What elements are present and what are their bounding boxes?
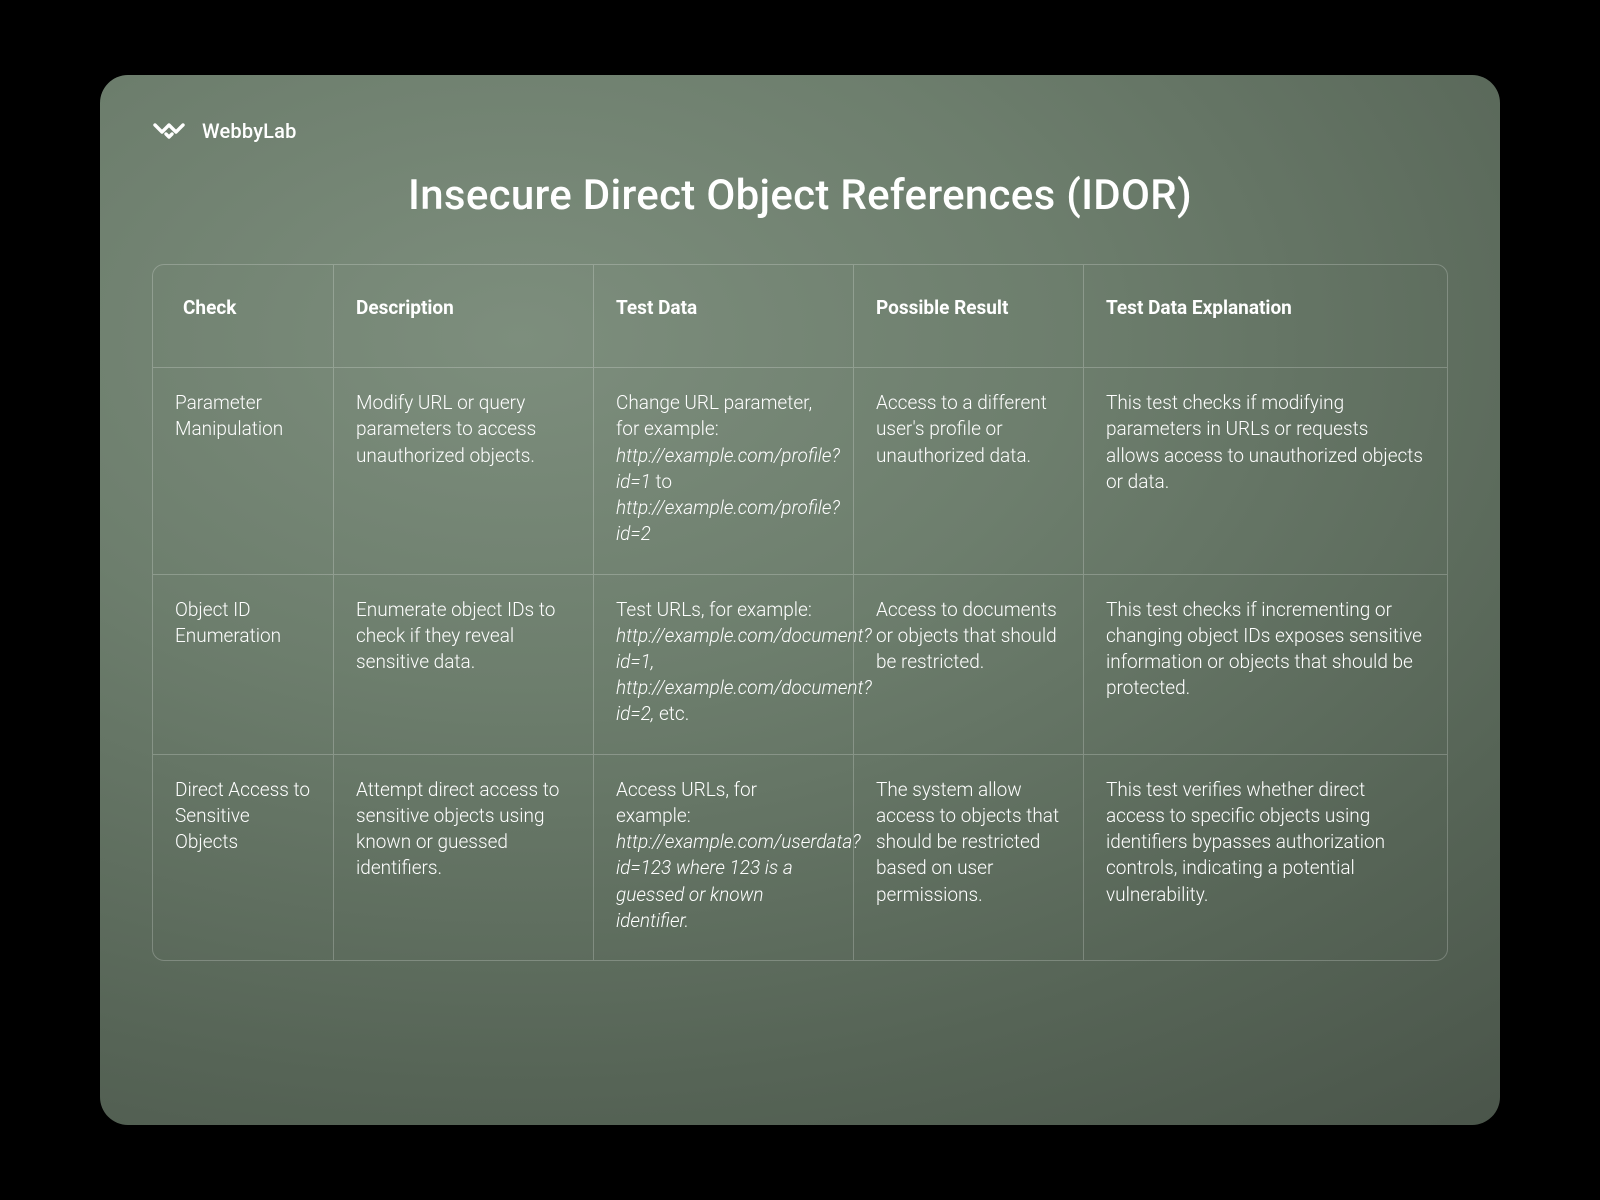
cell-check: Object ID Enumeration (153, 574, 333, 754)
cell-check: Direct Access to Sensitive Objects (153, 754, 333, 960)
cell-result: Access to documents or objects that shou… (853, 574, 1083, 754)
info-card: WebbyLab Insecure Direct Object Referenc… (100, 75, 1500, 1125)
table-header-row: Check Description Test Data Possible Res… (153, 265, 1447, 367)
cell-description: Modify URL or query parameters to access… (333, 367, 593, 573)
cell-explanation: This test checks if incrementing or chan… (1083, 574, 1447, 754)
table-row: Direct Access to Sensitive Objects Attem… (153, 754, 1447, 960)
table-row: Parameter Manipulation Modify URL or que… (153, 367, 1447, 573)
cell-description: Attempt direct access to sensitive objec… (333, 754, 593, 960)
brand-name: WebbyLab (202, 119, 297, 143)
cell-explanation: This test checks if modifying parameters… (1083, 367, 1447, 573)
col-explanation: Test Data Explanation (1083, 265, 1447, 367)
brand-logo-icon (152, 119, 190, 143)
col-result: Possible Result (853, 265, 1083, 367)
col-test-data: Test Data (593, 265, 853, 367)
page-title: Insecure Direct Object References (IDOR) (152, 171, 1448, 220)
cell-test-data: Test URLs, for example: http://example.c… (593, 574, 853, 754)
cell-test-data: Access URLs, for example: http://example… (593, 754, 853, 960)
brand: WebbyLab (152, 119, 1448, 143)
idor-table: Check Description Test Data Possible Res… (152, 264, 1448, 961)
cell-explanation: This test verifies whether direct access… (1083, 754, 1447, 960)
cell-check: Parameter Manipulation (153, 367, 333, 573)
col-check: Check (153, 265, 333, 367)
cell-test-data: Change URL parameter, for example: http:… (593, 367, 853, 573)
table-row: Object ID Enumeration Enumerate object I… (153, 574, 1447, 754)
cell-result: The system allow access to objects that … (853, 754, 1083, 960)
cell-result: Access to a different user's profile or … (853, 367, 1083, 573)
cell-description: Enumerate object IDs to check if they re… (333, 574, 593, 754)
col-description: Description (333, 265, 593, 367)
